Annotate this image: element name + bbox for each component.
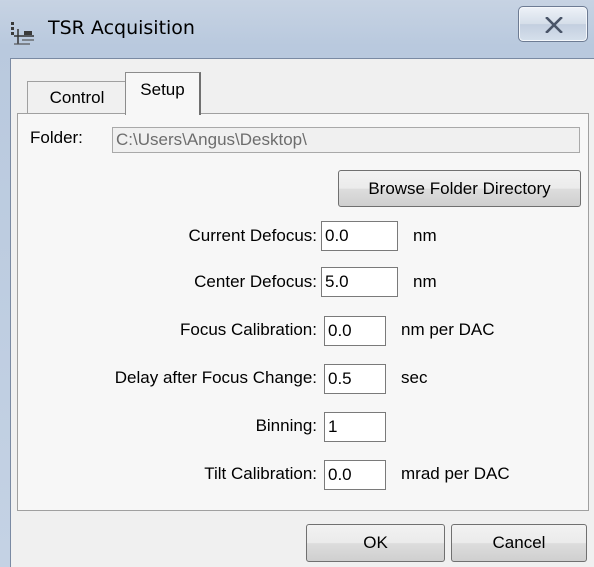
ok-button[interactable]: OK bbox=[306, 524, 445, 562]
close-icon bbox=[545, 17, 563, 33]
focus-calibration-input[interactable]: 0.0 bbox=[324, 316, 386, 346]
tab-control[interactable]: Control bbox=[27, 81, 127, 113]
current-defocus-unit: nm bbox=[413, 226, 437, 245]
tilt-calibration-unit: mrad per DAC bbox=[401, 464, 510, 483]
dialog-window: TSR Acquisition Control Setup Folder: C:… bbox=[0, 0, 594, 567]
folder-path-field[interactable]: C:\Users\Angus\Desktop\ bbox=[112, 127, 580, 153]
tilt-calibration-label: Tilt Calibration: bbox=[204, 464, 317, 483]
center-defocus-input[interactable]: 5.0 bbox=[321, 267, 398, 297]
client-area: Control Setup Folder: C:\Users\Angus\Des… bbox=[10, 58, 594, 567]
tsr-app-icon bbox=[10, 20, 36, 46]
current-defocus-input[interactable]: 0.0 bbox=[321, 221, 398, 251]
focus-calibration-unit: nm per DAC bbox=[401, 320, 495, 339]
title-bar[interactable]: TSR Acquisition bbox=[0, 0, 594, 58]
cancel-button[interactable]: Cancel bbox=[451, 524, 587, 562]
binning-input[interactable]: 1 bbox=[324, 412, 386, 442]
folder-label: Folder: bbox=[30, 128, 83, 147]
current-defocus-label: Current Defocus: bbox=[188, 226, 318, 245]
binning-label: Binning: bbox=[255, 416, 317, 435]
tab-setup[interactable]: Setup bbox=[125, 72, 201, 115]
center-defocus-unit: nm bbox=[413, 272, 437, 291]
window-title: TSR Acquisition bbox=[48, 17, 195, 39]
delay-focus-change-label: Delay after Focus Change: bbox=[114, 368, 317, 387]
close-button[interactable] bbox=[518, 6, 588, 42]
tilt-calibration-input[interactable]: 0.0 bbox=[324, 460, 386, 490]
focus-calibration-label: Focus Calibration: bbox=[179, 320, 317, 339]
setup-panel: Folder: C:\Users\Angus\Desktop\ Browse F… bbox=[17, 113, 589, 511]
browse-folder-button[interactable]: Browse Folder Directory bbox=[338, 170, 581, 207]
center-defocus-label: Center Defocus: bbox=[194, 272, 317, 291]
delay-focus-change-input[interactable]: 0.5 bbox=[324, 364, 386, 394]
delay-focus-change-unit: sec bbox=[401, 368, 428, 387]
